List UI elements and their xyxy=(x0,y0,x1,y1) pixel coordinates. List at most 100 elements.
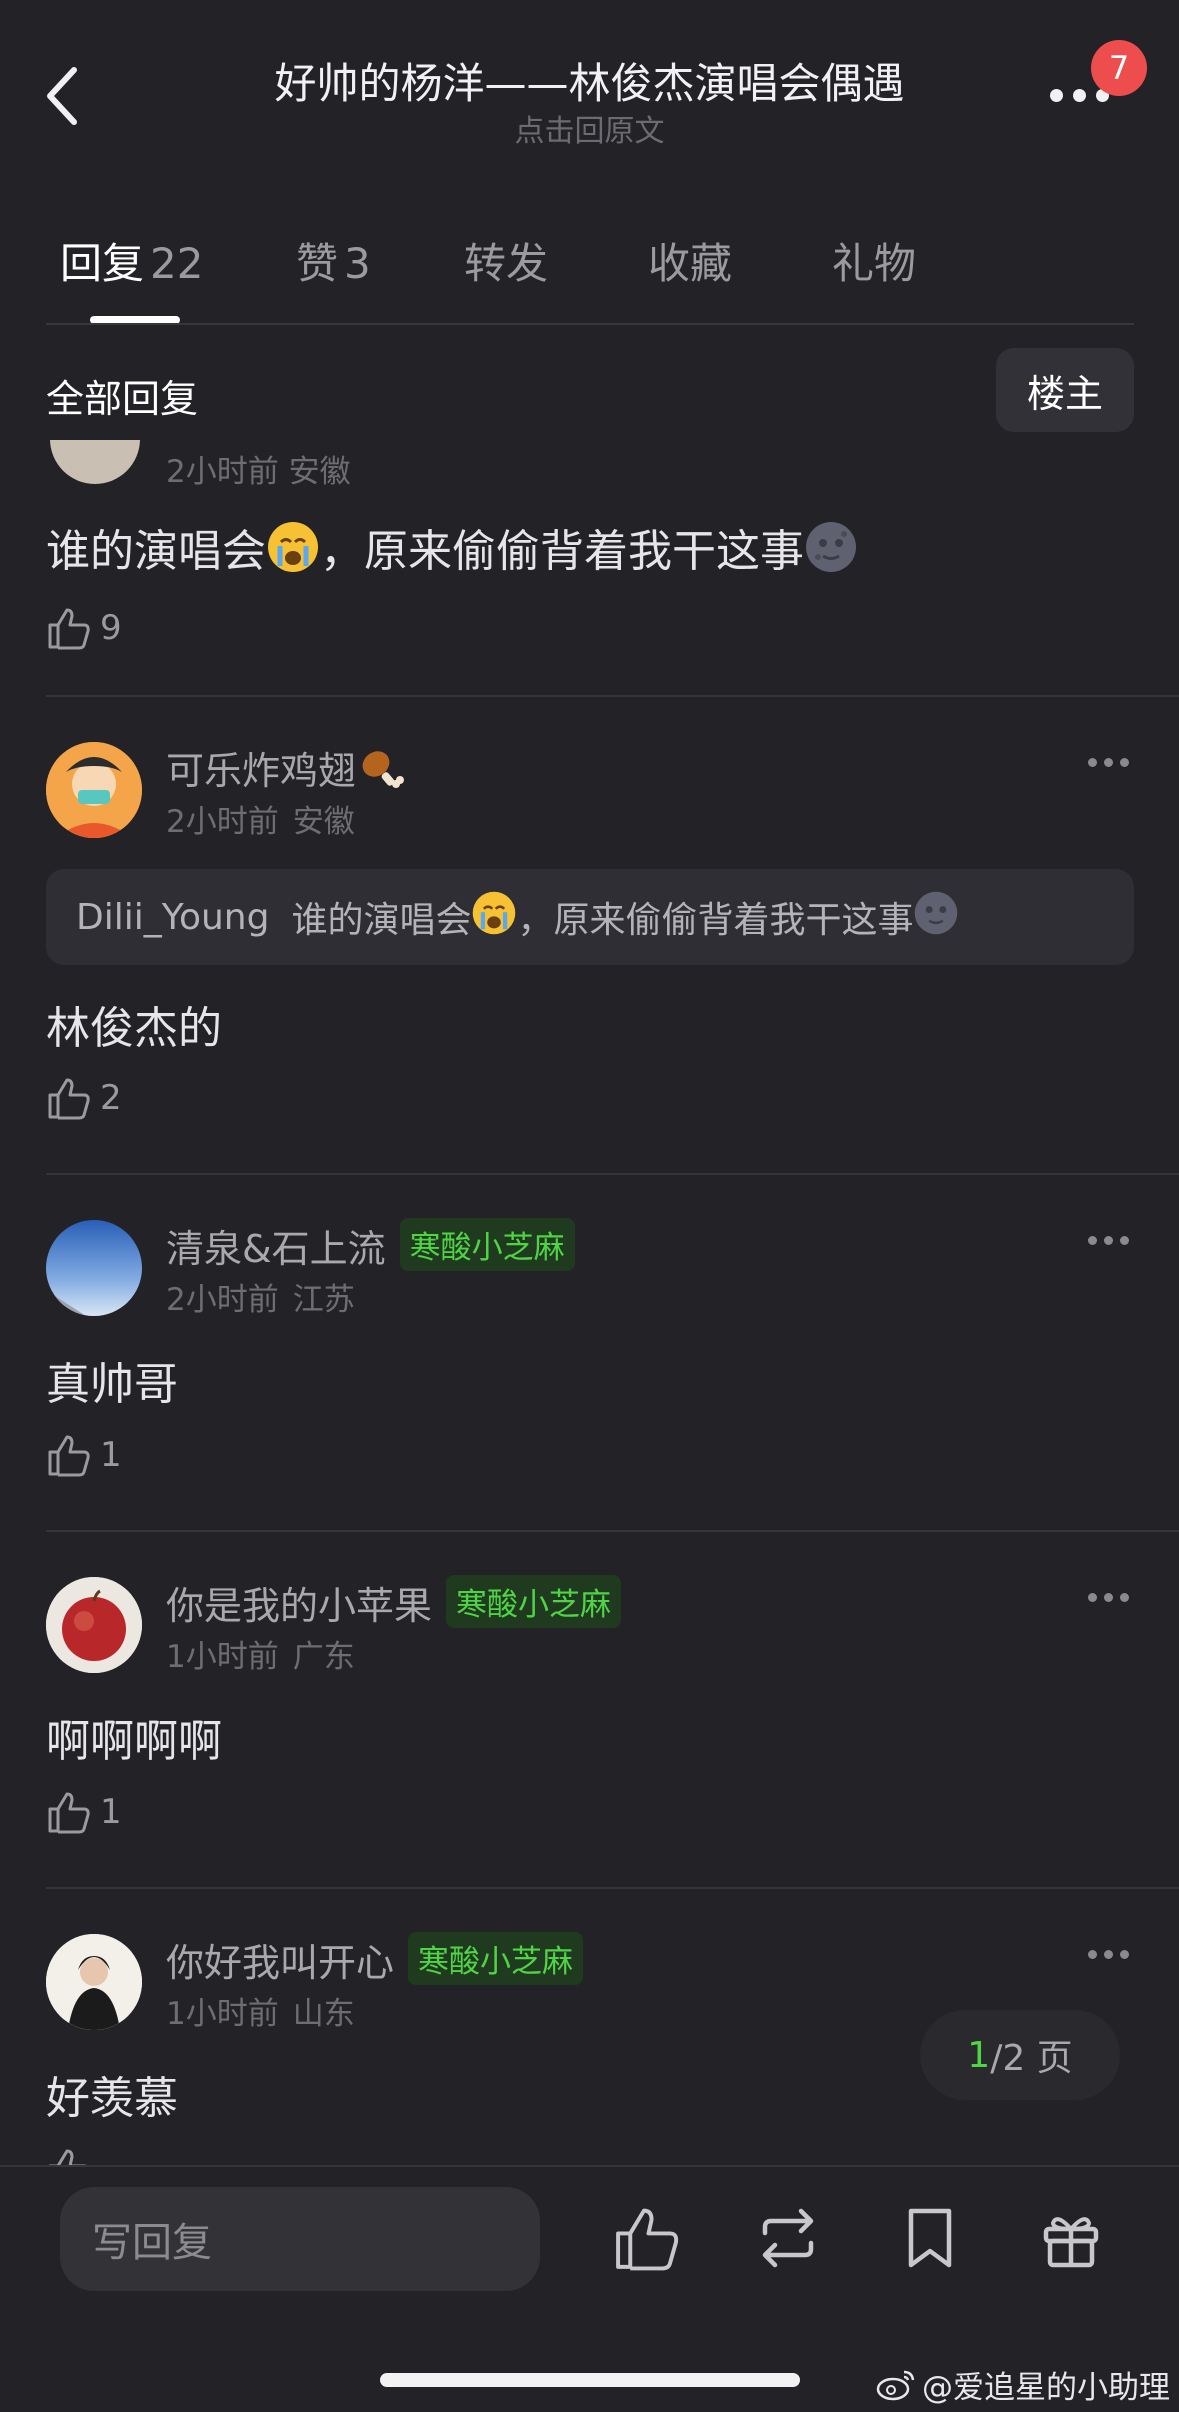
like-button[interactable]: 1 xyxy=(46,1787,122,1837)
like-button[interactable] xyxy=(46,2144,92,2165)
comment-list[interactable]: 2小时前 安徽 谁的演唱会 ，原来偷偷背着我干这事 9 可乐炸鸡翅 2小时前 安… xyxy=(0,440,1179,2165)
repost-button[interactable] xyxy=(753,2203,823,2273)
page-title[interactable]: 好帅的杨洋——林俊杰演唱会偶遇 xyxy=(0,50,1179,111)
more-dot-icon xyxy=(1073,88,1086,102)
thumbs-up-icon xyxy=(48,1792,90,1834)
page-indicator[interactable]: 1/2 页 xyxy=(920,2010,1120,2100)
gift-icon xyxy=(1043,2217,1099,2268)
crying-emoji-icon xyxy=(266,520,320,585)
tab-label: 礼物 xyxy=(832,239,917,288)
comment-location: 山东 xyxy=(292,1996,355,2032)
comment-location: 安徽 xyxy=(292,804,355,840)
tab-count: 22 xyxy=(150,239,204,288)
comment-more-button[interactable] xyxy=(1088,1950,1132,1962)
total-pages: /2 页 xyxy=(990,2038,1073,2079)
comment-author[interactable]: 可乐炸鸡翅 xyxy=(166,740,406,801)
divider xyxy=(46,1530,1179,1532)
avatar[interactable] xyxy=(46,1577,142,1673)
quoted-text: 谁的演唱会 xyxy=(291,900,472,941)
weibo-logo-icon xyxy=(876,2370,915,2400)
gift-button[interactable] xyxy=(1036,2203,1106,2273)
quoted-reply[interactable]: Dilii_Young 谁的演唱会 ，原来偷偷背着我干这事 xyxy=(46,869,1134,965)
comment-author[interactable]: 你是我的小苹果 寒酸小芝麻 xyxy=(166,1575,622,1630)
tab-count: 3 xyxy=(344,239,371,288)
username-text: 你是我的小苹果 xyxy=(166,1584,433,1628)
tab-reposts[interactable]: 转发 xyxy=(464,230,548,291)
comment-time: 2小时前 xyxy=(166,1282,279,1318)
user-level-badge: 寒酸小芝麻 xyxy=(446,1575,622,1628)
comment-meta: 1小时前 广东 xyxy=(166,1631,355,1676)
thumbs-up-icon xyxy=(48,608,90,650)
reply-input[interactable]: 写回复 xyxy=(60,2187,540,2291)
avatar[interactable] xyxy=(46,1220,142,1316)
tab-replies[interactable]: 回复 22 xyxy=(60,230,203,291)
divider xyxy=(46,1887,1179,1889)
comment-more-button[interactable] xyxy=(1088,1593,1132,1605)
comment-more-button[interactable] xyxy=(1088,1236,1132,1248)
like-button[interactable]: 2 xyxy=(46,1073,122,1123)
comment-author[interactable]: 清泉&石上流 寒酸小芝麻 xyxy=(166,1218,575,1273)
owner-only-button[interactable]: 楼主 xyxy=(996,348,1134,432)
tab-bar: 回复 22 赞3 转发 收藏 礼物 xyxy=(0,230,1179,300)
thumbs-up-icon xyxy=(616,2208,679,2271)
like-button[interactable]: 9 xyxy=(46,603,122,653)
like-post-button[interactable] xyxy=(612,2203,682,2273)
tab-gifts[interactable]: 礼物 xyxy=(832,230,916,291)
username-text: 清泉&石上流 xyxy=(166,1227,386,1271)
moon-face-emoji-icon xyxy=(804,520,858,585)
comment-meta: 2小时前 江苏 xyxy=(166,1274,355,1319)
notification-badge[interactable]: 7 xyxy=(1091,40,1147,96)
watermark-text: @爱追星的小助理 xyxy=(922,2370,1170,2406)
comment-location: 江苏 xyxy=(292,1282,355,1318)
comment-text-part: 谁的演唱会 xyxy=(46,526,266,577)
comment-meta: 2小时前 安徽 xyxy=(166,454,351,490)
tab-likes[interactable]: 赞3 xyxy=(296,230,371,291)
quoted-text-part: ，原来偷偷背着我干这事 xyxy=(517,900,914,941)
divider xyxy=(46,695,1179,697)
like-count: 1 xyxy=(100,1435,122,1475)
thumbs-up-icon xyxy=(48,1435,90,1477)
current-page: 1 xyxy=(967,2034,991,2076)
crying-emoji-icon xyxy=(471,890,517,945)
username-text: 你好我叫开心 xyxy=(166,1941,395,1985)
more-dot-icon xyxy=(1050,88,1063,102)
thumbs-up-icon xyxy=(48,2149,87,2165)
comment-time: 2小时前 xyxy=(166,804,279,840)
avatar[interactable] xyxy=(46,1934,142,2030)
avatar[interactable] xyxy=(50,440,140,484)
tab-label: 转发 xyxy=(464,239,549,288)
home-indicator[interactable] xyxy=(380,2373,800,2387)
username-text: 可乐炸鸡翅 xyxy=(166,749,357,793)
comment-text-part: ，原来偷偷背着我干这事 xyxy=(320,526,804,577)
tab-label: 回复 xyxy=(60,239,145,288)
comment-meta: 1小时前 山东 xyxy=(166,1988,355,2033)
comment-text: 好羡慕 xyxy=(46,2073,178,2124)
avatar[interactable] xyxy=(46,742,142,838)
bookmark-icon xyxy=(908,2208,952,2268)
like-count: 1 xyxy=(100,1792,122,1832)
bookmark-button[interactable] xyxy=(895,2203,965,2273)
quoted-user: Dilii_Young xyxy=(76,896,270,938)
tab-label: 收藏 xyxy=(648,239,733,288)
comment-text: 林俊杰的 xyxy=(46,1003,222,1054)
thumbs-up-icon xyxy=(48,1078,90,1120)
comment-text: 谁的演唱会 ，原来偷偷背着我干这事 xyxy=(46,515,858,585)
like-count: 9 xyxy=(100,608,122,648)
section-title: 全部回复 xyxy=(46,377,199,421)
comment-author[interactable]: 你好我叫开心 寒酸小芝麻 xyxy=(166,1932,584,1987)
comment-more-button[interactable] xyxy=(1088,758,1132,770)
comment-time: 1小时前 xyxy=(166,1996,279,2032)
back-to-original-link[interactable]: 点击回原文 xyxy=(0,106,1179,150)
watermark: @爱追星的小助理 xyxy=(876,2362,1170,2407)
divider xyxy=(46,1173,1179,1175)
comment-meta: 2小时前 安徽 xyxy=(166,796,355,841)
like-button[interactable]: 1 xyxy=(46,1430,122,1480)
user-level-badge: 寒酸小芝麻 xyxy=(408,1932,584,1985)
tab-label: 赞 xyxy=(296,239,339,288)
moon-face-emoji-icon xyxy=(913,890,959,945)
like-count: 2 xyxy=(100,1078,122,1118)
app-screen: 好帅的杨洋——林俊杰演唱会偶遇 点击回原文 7 回复 22 赞3 转发 收藏 礼物… xyxy=(0,0,1179,2412)
user-level-badge: 寒酸小芝麻 xyxy=(399,1218,575,1271)
comment-time: 1小时前 xyxy=(166,1639,279,1675)
tab-favorites[interactable]: 收藏 xyxy=(648,230,732,291)
